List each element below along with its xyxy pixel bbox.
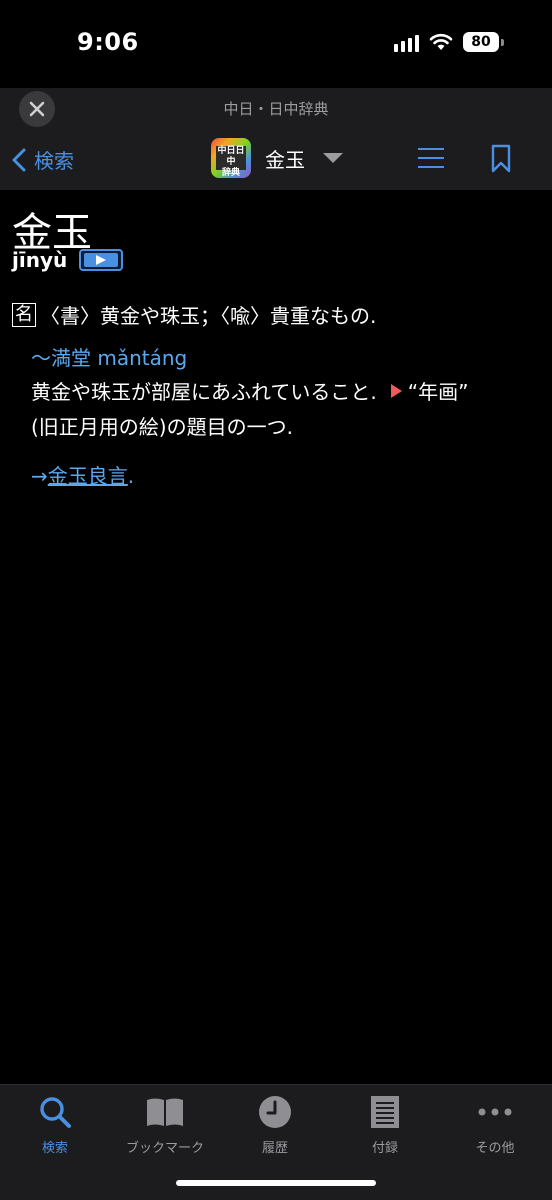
cross-reference: →金玉良言. [31, 460, 134, 489]
idiom-phrase: 〜満堂 mǎntáng [31, 346, 188, 370]
nav-title: 金玉 [265, 147, 305, 172]
pinyin: jīnyù [12, 248, 68, 272]
status-time: 9:06 [77, 28, 139, 56]
bookmark-button[interactable] [491, 144, 511, 178]
wifi-icon [429, 33, 453, 50]
idiom-definition-line-1: 黄金や珠玉が部屋にあふれていること. “年画” [31, 376, 469, 405]
cross-reference-link[interactable]: 金玉良言 [48, 464, 128, 488]
tab-bookmark[interactable]: ブックマーク [110, 1093, 220, 1156]
search-icon [40, 1097, 71, 1128]
clock-icon [259, 1096, 291, 1128]
cellular-signal-icon [394, 32, 419, 52]
status-bar: 9:06 80 [0, 0, 552, 88]
cross-reference-arrow: → [31, 464, 48, 488]
audio-play-button[interactable] [79, 249, 124, 271]
document-icon [371, 1096, 399, 1128]
more-icon [478, 1108, 512, 1116]
battery-icon: 80 [463, 32, 504, 52]
tab-label: 履歴 [261, 1141, 288, 1156]
dictionary-name: 中日・日中辞典 [223, 100, 329, 118]
back-button-label: 検索 [34, 149, 74, 173]
idiom-reference-term: “年画” [407, 380, 469, 404]
tab-label: 付録 [371, 1141, 398, 1156]
tab-search[interactable]: 検索 [0, 1093, 110, 1156]
logo-text-bottom: 辞典 [221, 168, 240, 178]
chevron-down-icon [323, 153, 343, 163]
home-indicator[interactable] [176, 1180, 376, 1186]
reference-triangle-icon [390, 383, 402, 398]
tab-label: その他 [475, 1141, 515, 1156]
part-of-speech-badge: 名 [12, 302, 36, 327]
idiom-definition-line-2: (旧正月用の絵)の題目の一つ. [31, 415, 293, 439]
battery-level: 80 [463, 32, 499, 52]
chevron-left-icon [12, 148, 26, 171]
dictionary-logo: 中日日中 辞典 [211, 138, 251, 178]
bookmark-icon [491, 144, 511, 173]
pinyin-row: jīnyù [12, 248, 124, 272]
tab-more[interactable]: その他 [440, 1093, 550, 1156]
back-button[interactable]: 検索 [12, 145, 74, 174]
title-dropdown[interactable]: 中日日中 辞典 金玉 [211, 138, 343, 178]
logo-text-top: 中日日中 [217, 146, 245, 167]
play-icon [96, 255, 107, 265]
book-icon [147, 1098, 183, 1126]
menu-button[interactable] [418, 148, 444, 170]
cross-reference-period: . [127, 464, 135, 488]
tab-label: 検索 [41, 1141, 68, 1156]
tab-appendix[interactable]: 付録 [330, 1093, 440, 1156]
definition-line: 名 〈書〉黄金や珠玉；〈喩〉貴重なもの. [12, 300, 376, 329]
tab-label: ブックマーク [125, 1141, 204, 1156]
idiom-definition-text: 黄金や珠玉が部屋にあふれていること. [31, 380, 377, 404]
status-indicators: 80 [394, 32, 504, 52]
definition-text: 〈書〉黄金や珠玉；〈喩〉貴重なもの. [40, 304, 377, 328]
tab-history[interactable]: 履歴 [220, 1093, 330, 1156]
navigation-bar: 中日・日中辞典 検索 中日日中 辞典 金玉 [0, 88, 552, 190]
